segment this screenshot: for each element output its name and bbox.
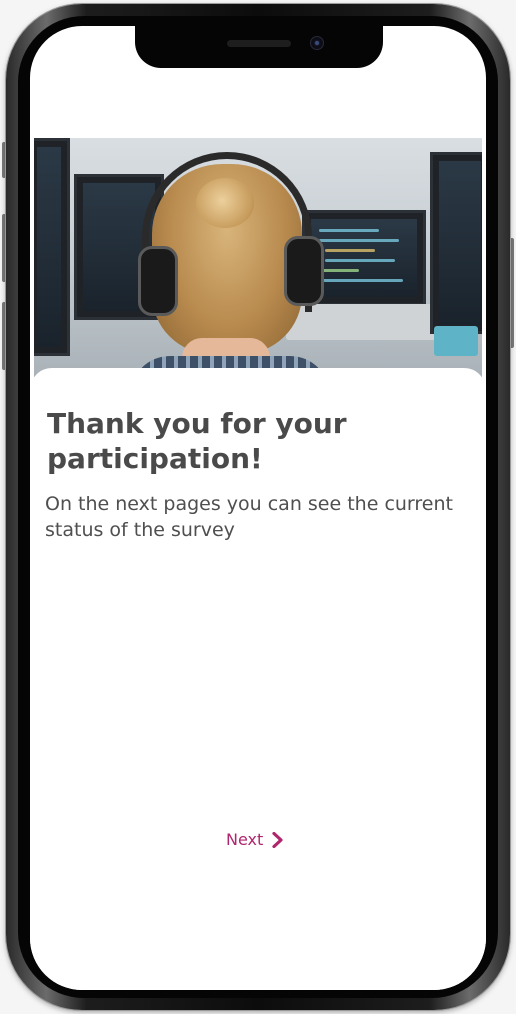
page-subtitle: On the next pages you can see the curren… bbox=[45, 493, 453, 541]
speaker-grille bbox=[227, 40, 291, 47]
stage: Thank you for your participation! On the… bbox=[0, 0, 516, 1014]
next-button[interactable]: Next bbox=[226, 830, 285, 849]
hero-image bbox=[34, 138, 482, 378]
content-card: Thank you for your participation! On the… bbox=[30, 368, 486, 990]
front-camera bbox=[311, 37, 323, 49]
chevron-right-icon bbox=[272, 831, 283, 848]
headphone-left-cup bbox=[138, 246, 178, 316]
next-button-label: Next bbox=[226, 830, 264, 849]
phone-screen: Thank you for your participation! On the… bbox=[30, 26, 486, 990]
headphone-right-cup bbox=[284, 236, 324, 306]
monitor-left bbox=[34, 138, 70, 356]
page-title: Thank you for your participation! bbox=[47, 407, 347, 475]
phone-notch bbox=[135, 26, 383, 68]
desk-item bbox=[434, 326, 478, 356]
monitor-far-right bbox=[430, 152, 482, 334]
hair-bun bbox=[196, 178, 254, 228]
